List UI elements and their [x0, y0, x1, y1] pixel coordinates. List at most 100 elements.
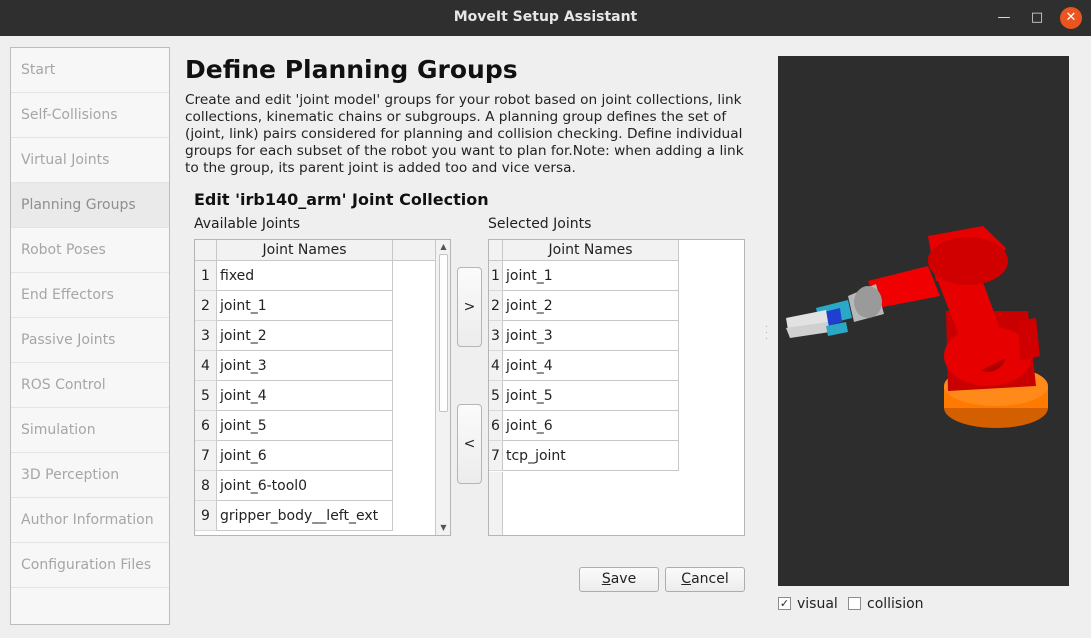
table-row[interactable]: 4 joint_3: [195, 351, 393, 381]
description-line: Create and edit 'joint model' groups for…: [185, 92, 742, 108]
joint-name-cell[interactable]: joint_6-tool0: [217, 471, 393, 501]
table-row[interactable]: 5 joint_5: [489, 381, 679, 411]
row-header-filler: [489, 472, 503, 535]
window-title: MoveIt Setup Assistant: [453, 9, 638, 25]
cancel-mnemonic: C: [681, 571, 692, 587]
table-row[interactable]: 3 joint_2: [195, 321, 393, 351]
joint-name-cell[interactable]: fixed: [217, 261, 393, 291]
row-number: 6: [195, 411, 217, 441]
table-row[interactable]: 5 joint_4: [195, 381, 393, 411]
joint-name-cell[interactable]: joint_1: [217, 291, 393, 321]
joint-name-cell[interactable]: joint_3: [217, 351, 393, 381]
joint-names-header[interactable]: Joint Names: [217, 240, 393, 261]
splitter-handle[interactable]: · · ·: [765, 323, 769, 345]
cancel-label: ancel: [691, 571, 729, 587]
table-corner: [489, 240, 503, 261]
row-number: 5: [489, 381, 503, 411]
remove-joint-button[interactable]: <: [457, 404, 482, 484]
row-number: 4: [195, 351, 217, 381]
joint-name-cell[interactable]: joint_5: [217, 411, 393, 441]
joint-name-cell[interactable]: tcp_joint: [503, 441, 679, 471]
sidebar-item-3d-perception[interactable]: 3D Perception: [11, 453, 169, 498]
collision-checkbox[interactable]: [848, 597, 861, 610]
sidebar-item-end-effectors[interactable]: End Effectors: [11, 273, 169, 318]
table-row[interactable]: 7 tcp_joint: [489, 441, 679, 471]
header-filler: [393, 240, 435, 261]
available-joints-table[interactable]: Joint Names 1 fixed 2 joint_1 3 joint_2 4 joint…: [194, 239, 451, 536]
save-button[interactable]: Save: [579, 567, 659, 592]
joint-name-cell[interactable]: joint_6: [217, 441, 393, 471]
joint-name-cell[interactable]: joint_4: [503, 351, 679, 381]
visual-checkbox[interactable]: ✓: [778, 597, 791, 610]
close-icon[interactable]: ✕: [1060, 7, 1082, 29]
table-row[interactable]: 1 fixed: [195, 261, 393, 291]
table-row[interactable]: 9 gripper_body__left_ext: [195, 501, 393, 531]
page-description: Create and edit 'joint model' groups for…: [185, 92, 750, 177]
sidebar-item-robot-poses[interactable]: Robot Poses: [11, 228, 169, 273]
scroll-up-arrow-icon[interactable]: ▲: [436, 240, 450, 254]
title-bar: MoveIt Setup Assistant — □ ✕: [0, 0, 1091, 36]
joint-name-cell[interactable]: joint_6: [503, 411, 679, 441]
joint-name-cell[interactable]: gripper_body__left_ext: [217, 501, 393, 531]
table-row[interactable]: 8 joint_6-tool0: [195, 471, 393, 501]
sidebar-item-virtual-joints[interactable]: Virtual Joints: [11, 138, 169, 183]
sidebar-item-simulation[interactable]: Simulation: [11, 408, 169, 453]
section-title: Edit 'irb140_arm' Joint Collection: [194, 190, 489, 209]
row-number: 4: [489, 351, 503, 381]
table-row[interactable]: 2 joint_2: [489, 291, 679, 321]
minimize-icon[interactable]: —: [993, 7, 1015, 29]
joint-name-cell[interactable]: joint_2: [217, 321, 393, 351]
available-joints-scrollbar[interactable]: ▲ ▼: [435, 240, 450, 535]
table-row[interactable]: 3 joint_3: [489, 321, 679, 351]
joint-name-cell[interactable]: joint_1: [503, 261, 679, 291]
joint-name-cell[interactable]: joint_4: [217, 381, 393, 411]
joint-name-cell[interactable]: joint_5: [503, 381, 679, 411]
table-row[interactable]: 7 joint_6: [195, 441, 393, 471]
row-number: 2: [489, 291, 503, 321]
row-number: 1: [195, 261, 217, 291]
cancel-button[interactable]: Cancel: [665, 567, 745, 592]
row-number: 1: [489, 261, 503, 291]
visual-label: visual: [797, 596, 838, 612]
table-row[interactable]: 6 joint_6: [489, 411, 679, 441]
add-joint-button[interactable]: >: [457, 267, 482, 347]
table-row[interactable]: 1 joint_1: [489, 261, 679, 291]
available-joints-label: Available Joints: [194, 216, 301, 232]
table-row[interactable]: 4 joint_4: [489, 351, 679, 381]
selected-joints-label: Selected Joints: [488, 216, 592, 232]
description-line: groups for each subset of the robot you …: [185, 143, 744, 159]
selected-joints-table[interactable]: Joint Names 1 joint_1 2 joint_2 3 joint_3 4 joi…: [488, 239, 745, 536]
page-title: Define Planning Groups: [185, 55, 518, 84]
sidebar-item-author-information[interactable]: Author Information: [11, 498, 169, 543]
scroll-down-arrow-icon[interactable]: ▼: [436, 521, 450, 535]
row-number: 9: [195, 501, 217, 531]
row-number: 8: [195, 471, 217, 501]
joint-name-cell[interactable]: joint_2: [503, 291, 679, 321]
description-line: (joint, link) pairs considered for plann…: [185, 126, 743, 142]
joint-names-header[interactable]: Joint Names: [503, 240, 679, 261]
sidebar-item-self-collisions[interactable]: Self-Collisions: [11, 93, 169, 138]
row-number: 5: [195, 381, 217, 411]
row-number: 3: [489, 321, 503, 351]
save-mnemonic: S: [601, 571, 611, 587]
robot-3d-viewer[interactable]: [778, 56, 1069, 586]
description-line: collections, kinematic chains or subgrou…: [185, 109, 727, 125]
sidebar-item-start[interactable]: Start: [11, 48, 169, 93]
sidebar-item-ros-control[interactable]: ROS Control: [11, 363, 169, 408]
table-row[interactable]: 2 joint_1: [195, 291, 393, 321]
table-row[interactable]: 6 joint_5: [195, 411, 393, 441]
description-line: to the group, its parent joint is added …: [185, 160, 576, 176]
row-number: 7: [489, 441, 503, 471]
sidebar-item-configuration-files[interactable]: Configuration Files: [11, 543, 169, 588]
maximize-icon[interactable]: □: [1026, 7, 1048, 29]
save-label: ave: [610, 571, 637, 587]
row-number: 6: [489, 411, 503, 441]
row-number: 2: [195, 291, 217, 321]
sidebar-item-passive-joints[interactable]: Passive Joints: [11, 318, 169, 363]
sidebar-item-planning-groups[interactable]: Planning Groups: [11, 183, 169, 228]
joint-name-cell[interactable]: joint_3: [503, 321, 679, 351]
table-corner: [195, 240, 217, 261]
robot-model-image: [786, 226, 1048, 428]
row-number: 7: [195, 441, 217, 471]
scrollbar-thumb[interactable]: [439, 254, 448, 412]
